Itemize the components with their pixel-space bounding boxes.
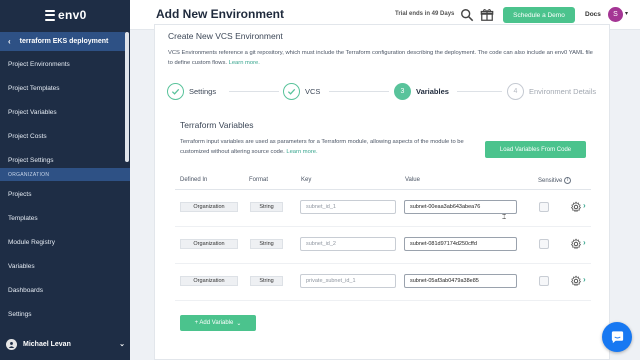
- format-badge: String: [250, 202, 283, 212]
- env0-logo[interactable]: env0: [45, 8, 87, 22]
- defined-in-badge: Organization: [180, 276, 238, 286]
- key-input[interactable]: subnet_id_2: [300, 237, 396, 251]
- sensitive-checkbox[interactable]: [539, 202, 549, 212]
- organization-nav: Projects Templates Module Registry Varia…: [0, 182, 125, 326]
- defined-in-badge: Organization: [180, 202, 238, 212]
- chevron-down-icon: ⌄: [236, 320, 242, 327]
- variables-table: Defined In Format Key Value Sensitive i O…: [175, 173, 591, 301]
- sidebar-scrollbar[interactable]: [125, 32, 129, 162]
- chevron-left-icon[interactable]: ‹: [8, 37, 11, 46]
- sidebar-item-project-costs[interactable]: Project Costs: [0, 124, 125, 148]
- step-connector: [329, 91, 389, 92]
- add-variable-label: + Add Variable: [194, 320, 234, 326]
- step-connector: [229, 91, 279, 92]
- info-icon[interactable]: i: [564, 177, 572, 184]
- gift-icon[interactable]: [480, 8, 494, 22]
- chevron-right-icon[interactable]: ›: [583, 201, 586, 210]
- user-icon: [8, 341, 15, 348]
- user-avatar: [6, 338, 17, 350]
- organization-section-label: ORGANIZATION: [0, 168, 130, 181]
- sidebar-item-module-registry[interactable]: Module Registry: [0, 230, 125, 254]
- user-menu[interactable]: Michael Levan ⌄: [0, 333, 130, 355]
- project-nav: Project Environments Project Templates P…: [0, 52, 125, 172]
- page-title: Add New Environment: [156, 7, 285, 21]
- sidebar-item-projects[interactable]: Projects: [0, 182, 125, 206]
- docs-link[interactable]: Docs: [585, 11, 601, 18]
- schedule-demo-button[interactable]: Schedule a Demo: [503, 7, 575, 23]
- step-1-check-icon[interactable]: [167, 83, 184, 100]
- add-variable-button[interactable]: + Add Variable ⌄: [180, 315, 256, 331]
- step-environment-details-label: Environment Details: [529, 87, 597, 96]
- sidebar-item-project-environments[interactable]: Project Environments: [0, 52, 125, 76]
- format-badge: String: [250, 276, 283, 286]
- step-vcs-label[interactable]: VCS: [305, 87, 320, 96]
- chevron-down-icon[interactable]: ⌄: [119, 340, 125, 348]
- format-badge: String: [250, 239, 283, 249]
- text-cursor-icon: ⌶: [502, 214, 507, 221]
- load-variables-button[interactable]: Load Variables From Code: [485, 141, 586, 158]
- value-input[interactable]: subnet-081d97174d250cffd: [404, 237, 517, 251]
- sidebar-item-dashboards[interactable]: Dashboards: [0, 278, 125, 302]
- column-sensitive-label: Sensitive: [538, 178, 563, 185]
- table-row: Organization String subnet_id_2 subnet-0…: [175, 227, 591, 264]
- step-connector: [457, 91, 502, 92]
- account-caret-icon[interactable]: ▾: [625, 10, 628, 17]
- sidebar: env0 ‹ terraform EKS deployment Project …: [0, 0, 130, 360]
- key-input[interactable]: subnet_id_1: [300, 200, 396, 214]
- step-2-check-icon[interactable]: [283, 83, 300, 100]
- step-3-indicator: 3: [394, 83, 411, 100]
- card-learn-more-link[interactable]: Learn more.: [229, 60, 260, 66]
- search-icon[interactable]: [460, 8, 474, 22]
- variables-description: Terraform input variables are used as pa…: [180, 137, 480, 157]
- sensitive-checkbox[interactable]: [539, 276, 549, 286]
- step-4-indicator: 4: [507, 83, 524, 100]
- column-format: Format: [249, 177, 269, 183]
- step-variables-label: Variables: [416, 87, 449, 96]
- logo-mark-icon: [45, 9, 55, 21]
- table-header: Defined In Format Key Value Sensitive i: [175, 173, 591, 190]
- chat-support-button[interactable]: [602, 322, 632, 352]
- gear-icon[interactable]: [570, 275, 582, 287]
- column-defined-in: Defined In: [180, 177, 208, 183]
- gear-icon[interactable]: [570, 201, 582, 213]
- sensitive-checkbox[interactable]: [539, 239, 549, 249]
- table-row: Organization String subnet_id_1 subnet-0…: [175, 190, 591, 227]
- key-input[interactable]: private_subnet_id_1: [300, 274, 396, 288]
- gear-icon[interactable]: [570, 238, 582, 250]
- sidebar-item-settings[interactable]: Settings: [0, 302, 125, 326]
- card-description: VCS Environments reference a git reposit…: [168, 49, 598, 68]
- sidebar-item-project-templates[interactable]: Project Templates: [0, 76, 125, 100]
- logo-text: env0: [58, 8, 87, 22]
- trial-notice: Trial ends in 49 Days: [395, 11, 455, 17]
- sidebar-item-templates[interactable]: Templates: [0, 206, 125, 230]
- chevron-right-icon[interactable]: ›: [583, 238, 586, 247]
- card-title: Create New VCS Environment: [168, 31, 283, 41]
- variables-learn-more-link[interactable]: Learn more.: [286, 149, 317, 155]
- user-name: Michael Levan: [23, 340, 71, 348]
- column-value: Value: [405, 177, 420, 183]
- variables-description-text: Terraform input variables are used as pa…: [180, 139, 464, 155]
- environment-wizard-card: Create New VCS Environment VCS Environme…: [154, 24, 610, 360]
- chat-icon: [611, 330, 623, 343]
- value-input[interactable]: subnet-05af3ab0479a38e85: [404, 274, 517, 288]
- sidebar-item-project-variables[interactable]: Project Variables: [0, 100, 125, 124]
- chevron-right-icon[interactable]: ›: [583, 275, 586, 284]
- table-row: Organization String private_subnet_id_1 …: [175, 264, 591, 301]
- value-input[interactable]: subnet-00eaa3ab643abea76: [404, 200, 517, 214]
- step-settings-label[interactable]: Settings: [189, 87, 216, 96]
- project-selector[interactable]: ‹ terraform EKS deployment: [0, 32, 125, 51]
- column-key: Key: [301, 177, 312, 183]
- account-avatar[interactable]: S: [608, 7, 623, 22]
- column-sensitive: Sensitive i: [538, 177, 572, 185]
- defined-in-badge: Organization: [180, 239, 238, 249]
- variables-section-title: Terraform Variables: [180, 120, 254, 130]
- wizard-stepper: Settings VCS 3 Variables 4 Environment D…: [167, 83, 607, 103]
- sidebar-item-variables[interactable]: Variables: [0, 254, 125, 278]
- project-name: terraform EKS deployment: [19, 38, 109, 45]
